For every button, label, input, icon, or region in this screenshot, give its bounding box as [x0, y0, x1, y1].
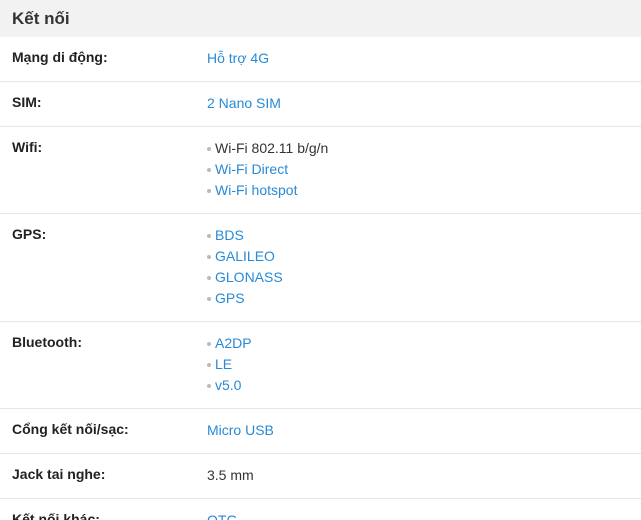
spec-value-label: Wi-Fi 802.11 b/g/n	[215, 140, 329, 156]
spec-value-link[interactable]: Hỗ trợ 4G	[207, 48, 641, 69]
spec-value-link[interactable]: LE	[207, 354, 641, 375]
spec-value-label: BDS	[215, 227, 244, 243]
spec-value-label: Hỗ trợ 4G	[207, 50, 270, 66]
spec-row: SIM: 2 Nano SIM	[0, 82, 641, 127]
spec-row: Bluetooth: A2DP LE v5.0	[0, 322, 641, 409]
bullet-icon	[207, 362, 211, 367]
spec-values: Hỗ trợ 4G	[207, 48, 641, 69]
bullet-icon	[207, 146, 211, 151]
spec-value-label: GLONASS	[215, 269, 283, 285]
spec-values: Wi-Fi 802.11 b/g/n Wi-Fi Direct Wi-Fi hots…	[207, 138, 641, 201]
spec-values: A2DP LE v5.0	[207, 333, 641, 396]
spec-value-label: v5.0	[215, 377, 242, 393]
spec-values: 2 Nano SIM	[207, 93, 641, 114]
spec-value-label: 3.5 mm	[207, 467, 254, 483]
spec-values: OTG	[207, 510, 641, 520]
spec-value-link[interactable]: GPS	[207, 288, 641, 309]
spec-value-label: A2DP	[215, 335, 252, 351]
spec-value-link[interactable]: GALILEO	[207, 246, 641, 267]
section-title: Kết nối	[0, 0, 641, 37]
spec-label: SIM:	[12, 94, 42, 110]
spec-value-text: 3.5 mm	[207, 465, 641, 486]
spec-value-link[interactable]: BDS	[207, 225, 641, 246]
bullet-icon	[207, 383, 211, 388]
spec-row: Jack tai nghe: 3.5 mm	[0, 454, 641, 499]
spec-label: Mạng di động:	[12, 49, 108, 65]
spec-label: GPS:	[12, 226, 47, 242]
spec-value-link[interactable]: Micro USB	[207, 420, 641, 441]
spec-value-link[interactable]: GLONASS	[207, 267, 641, 288]
spec-label: Jack tai nghe:	[12, 466, 106, 482]
spec-value-text: Wi-Fi 802.11 b/g/n	[207, 138, 641, 159]
spec-label: Bluetooth:	[12, 334, 82, 350]
spec-row: Wifi: Wi-Fi 802.11 b/g/n Wi-Fi Direct Wi-Fi…	[0, 127, 641, 214]
bullet-icon	[207, 233, 211, 238]
spec-label: Cổng kết nối/sạc:	[12, 421, 129, 437]
bullet-icon	[207, 341, 211, 346]
spec-values: BDS GALILEO GLONASS GPS	[207, 225, 641, 309]
spec-list: Mạng di động: Hỗ trợ 4G SIM: 2 Nano SIM Wifi…	[0, 37, 641, 520]
spec-row: Cổng kết nối/sạc: Micro USB	[0, 409, 641, 454]
spec-row: Mạng di động: Hỗ trợ 4G	[0, 37, 641, 82]
bullet-icon	[207, 188, 211, 193]
bullet-icon	[207, 254, 211, 259]
spec-value-label: Wi-Fi hotspot	[215, 182, 298, 198]
spec-value-link[interactable]: Wi-Fi hotspot	[207, 180, 641, 201]
bullet-icon	[207, 296, 211, 301]
spec-value-label: 2 Nano SIM	[207, 95, 281, 111]
spec-values: 3.5 mm	[207, 465, 641, 486]
bullet-icon	[207, 275, 211, 280]
spec-label: Kết nối khác:	[12, 511, 100, 520]
spec-value-label: Micro USB	[207, 422, 274, 438]
spec-value-link[interactable]: 2 Nano SIM	[207, 93, 641, 114]
spec-value-label: GALILEO	[215, 248, 275, 264]
spec-value-link[interactable]: v5.0	[207, 375, 641, 396]
spec-values: Micro USB	[207, 420, 641, 441]
spec-value-label: OTG	[207, 512, 238, 520]
spec-value-label: GPS	[215, 290, 245, 306]
spec-row: Kết nối khác: OTG	[0, 499, 641, 520]
bullet-icon	[207, 167, 211, 172]
spec-row: GPS: BDS GALILEO GLONASS GPS	[0, 214, 641, 322]
spec-value-label: LE	[215, 356, 233, 372]
spec-value-label: Wi-Fi Direct	[215, 161, 289, 177]
spec-value-link[interactable]: Wi-Fi Direct	[207, 159, 641, 180]
spec-value-link[interactable]: A2DP	[207, 333, 641, 354]
spec-label: Wifi:	[12, 139, 43, 155]
spec-value-link[interactable]: OTG	[207, 510, 641, 520]
